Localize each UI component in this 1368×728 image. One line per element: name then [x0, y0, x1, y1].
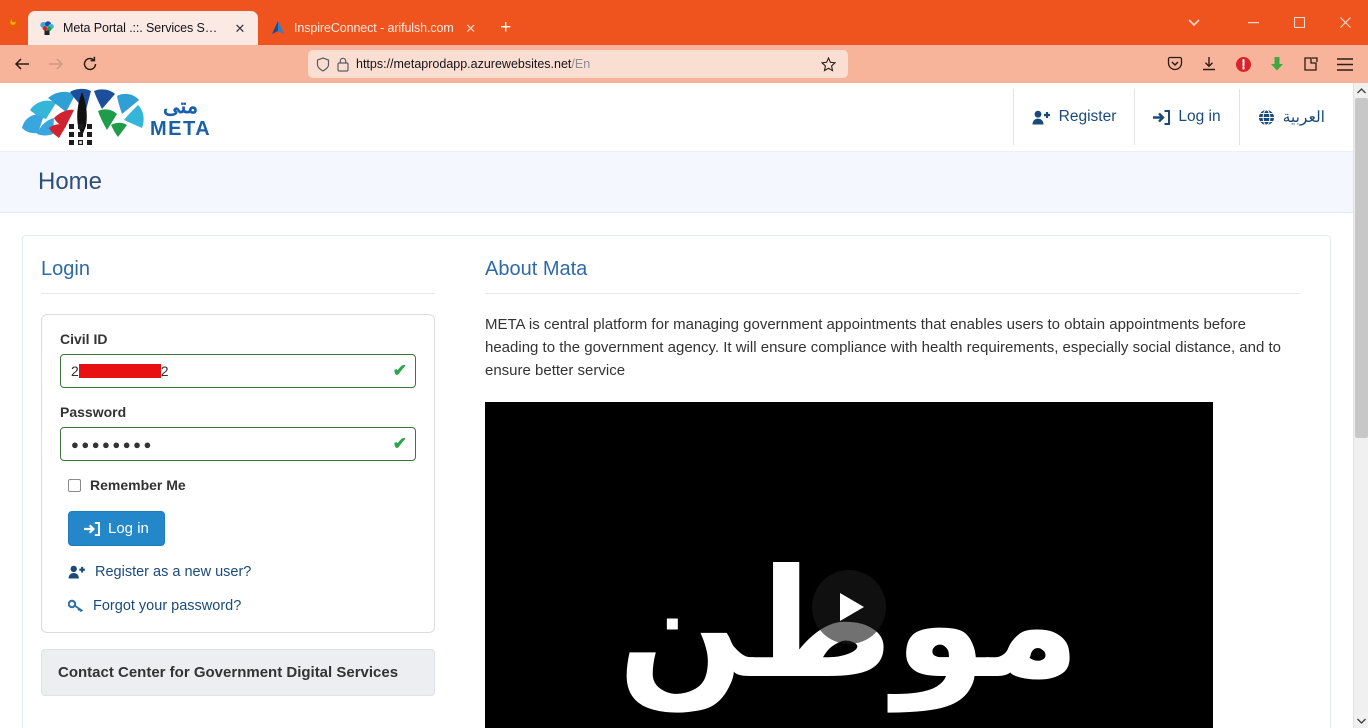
- browser-window: Meta Portal .::. Services Search ✕ Inspi…: [0, 0, 1368, 728]
- nav-register-label: Register: [1058, 108, 1117, 125]
- pocket-icon[interactable]: [1160, 49, 1190, 79]
- close-icon[interactable]: ✕: [462, 19, 480, 37]
- login-submit-button[interactable]: Log in: [68, 511, 165, 546]
- forgot-password-label: Forgot your password?: [93, 598, 242, 614]
- civil-id-redaction: [78, 364, 161, 378]
- shield-icon[interactable]: [316, 56, 330, 72]
- tab-list-chevron-down-icon[interactable]: [1174, 3, 1214, 43]
- adblock-icon[interactable]: [1228, 49, 1258, 79]
- address-bar[interactable]: https://metaprodapp.azurewebsites.net/En: [308, 50, 848, 78]
- tab-strip: Meta Portal .::. Services Search ✕ Inspi…: [28, 0, 1174, 45]
- extensions-icon[interactable]: [1296, 49, 1326, 79]
- about-body: META is central platform for managing go…: [485, 316, 1282, 379]
- about-heading: About Mata: [485, 258, 588, 280]
- minimize-button[interactable]: [1230, 3, 1276, 43]
- app-menu-icon[interactable]: [1330, 49, 1360, 79]
- site-logo-wordmark: متى META: [150, 96, 211, 139]
- browser-tab-0[interactable]: Meta Portal .::. Services Search ✕: [28, 11, 258, 45]
- site-logo-arabic: متى: [163, 94, 199, 118]
- login-heading: Login: [41, 258, 90, 280]
- password-input[interactable]: ●●●●●●●●: [60, 427, 416, 461]
- close-window-button[interactable]: [1322, 3, 1368, 43]
- civil-id-valid-check-icon: ✔: [392, 361, 407, 380]
- remember-me-row[interactable]: Remember Me: [68, 477, 416, 493]
- login-submit-label: Log in: [108, 520, 149, 537]
- register-new-user-link[interactable]: Register as a new user?: [68, 564, 416, 580]
- nav-language-label: العربية: [1282, 108, 1325, 126]
- nav-login[interactable]: Log in: [1134, 89, 1238, 145]
- nav-register[interactable]: Register: [1012, 89, 1135, 145]
- user-plus-icon: [1032, 110, 1051, 125]
- url-path: /En: [571, 57, 591, 71]
- reload-button[interactable]: [74, 49, 106, 79]
- site-logo-english: META: [150, 117, 212, 140]
- civil-id-label: Civil ID: [60, 331, 108, 347]
- scrollbar-thumb[interactable]: [1355, 98, 1368, 438]
- password-masked-value: ●●●●●●●●: [71, 436, 154, 452]
- site-header: متى META Register Log in العربية: [0, 83, 1353, 151]
- downloads-icon[interactable]: [1194, 49, 1224, 79]
- browser-tab-1[interactable]: InspireConnect - arifulsh.com ✕: [259, 11, 489, 45]
- firefox-icon: [0, 0, 28, 45]
- url-host: https://metaprodapp.azurewebsites.net: [356, 57, 572, 71]
- scroll-down-arrow-icon[interactable]: [1354, 713, 1368, 728]
- login-column: Login Civil ID 22 ✔ Password ●●●●●●●● ✔ …: [23, 236, 455, 728]
- password-field-wrap: ●●●●●●●● ✔: [60, 427, 416, 461]
- browser-titlebar: Meta Portal .::. Services Search ✕ Inspi…: [0, 0, 1368, 45]
- meta-portal-favicon: [39, 20, 55, 36]
- content-card: Login Civil ID 22 ✔ Password ●●●●●●●● ✔ …: [22, 235, 1331, 728]
- top-navigation: Register Log in العربية: [1012, 89, 1353, 145]
- download-helper-icon[interactable]: [1262, 49, 1292, 79]
- breadcrumb: Home: [0, 151, 1353, 213]
- browser-tab-title-0: Meta Portal .::. Services Search: [63, 21, 223, 35]
- sign-in-icon: [84, 521, 100, 536]
- contact-center-title: Contact Center for Government Digital Se…: [58, 664, 399, 681]
- meta-fan-logo: [18, 88, 146, 146]
- civil-id-input[interactable]: 22: [60, 354, 416, 388]
- close-icon[interactable]: ✕: [231, 19, 249, 37]
- back-button[interactable]: [6, 49, 38, 79]
- contact-center-box[interactable]: Contact Center for Government Digital Se…: [41, 649, 435, 696]
- register-new-user-label: Register as a new user?: [95, 564, 252, 580]
- sign-in-icon: [1153, 109, 1171, 125]
- meta-portal-page: متى META Register Log in العربية Home Lo…: [0, 83, 1353, 728]
- nav-login-label: Log in: [1178, 108, 1221, 125]
- star-icon[interactable]: [816, 52, 840, 76]
- play-icon[interactable]: [812, 570, 886, 645]
- page-title: Home: [38, 168, 103, 195]
- remember-me-checkbox[interactable]: [68, 478, 81, 492]
- remember-me-label: Remember Me: [90, 477, 186, 493]
- nav-language[interactable]: العربية: [1238, 89, 1353, 145]
- lock-icon[interactable]: [337, 57, 349, 72]
- civil-id-field-wrap: 22 ✔: [60, 354, 416, 388]
- key-icon: [68, 599, 84, 613]
- forgot-password-link[interactable]: Forgot your password?: [68, 598, 416, 614]
- page-scrollbar[interactable]: [1353, 83, 1368, 728]
- password-valid-check-icon: ✔: [392, 434, 407, 453]
- browser-toolbar-icons: [1160, 49, 1362, 79]
- page-viewport: متى META Register Log in العربية Home Lo…: [0, 83, 1368, 728]
- site-logo[interactable]: متى META: [18, 88, 211, 146]
- new-tab-button[interactable]: +: [490, 12, 522, 44]
- divider: [41, 293, 435, 294]
- play-triangle: [840, 593, 864, 622]
- browser-navbar: https://metaprodapp.azurewebsites.net/En: [0, 45, 1368, 83]
- login-form: Civil ID 22 ✔ Password ●●●●●●●● ✔ Rememb…: [41, 314, 435, 633]
- window-controls: [1174, 0, 1368, 45]
- civil-id-value-prefix: 2: [71, 363, 79, 379]
- url-text[interactable]: https://metaprodapp.azurewebsites.net/En: [356, 57, 809, 71]
- forward-button[interactable]: [40, 49, 72, 79]
- browser-tab-title-1: InspireConnect - arifulsh.com: [294, 21, 454, 35]
- divider: [485, 293, 1300, 294]
- main-content: Login Civil ID 22 ✔ Password ●●●●●●●● ✔ …: [0, 213, 1353, 728]
- user-plus-icon: [68, 565, 86, 579]
- inspireconnect-favicon: [270, 20, 286, 36]
- maximize-button[interactable]: [1276, 3, 1322, 43]
- about-column: About Mata META is central platform for …: [455, 236, 1330, 728]
- globe-icon: [1258, 109, 1275, 126]
- civil-id-value-suffix: 2: [160, 363, 169, 379]
- promo-video-player[interactable]: موطن: [485, 402, 1213, 728]
- scroll-up-arrow-icon[interactable]: [1354, 83, 1368, 98]
- password-label: Password: [60, 404, 127, 420]
